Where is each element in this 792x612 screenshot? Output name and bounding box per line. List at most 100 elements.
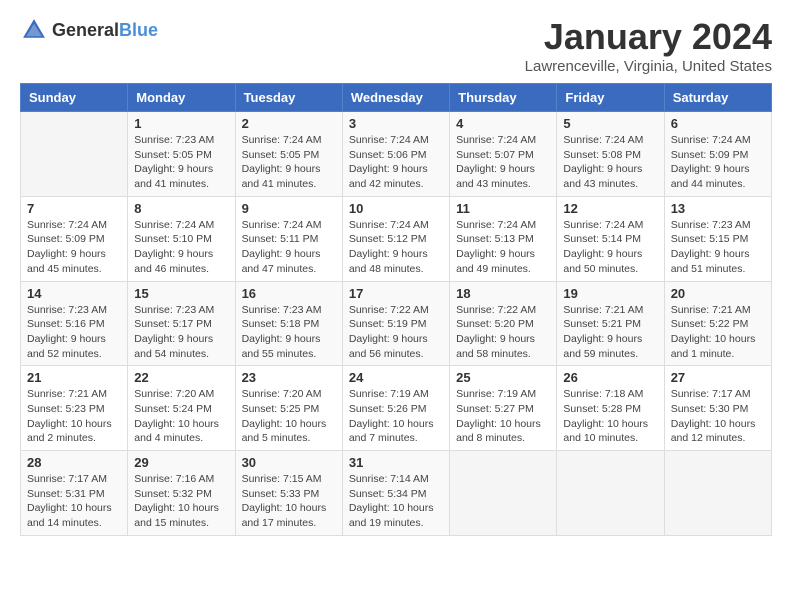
day-detail: Sunrise: 7:15 AMSunset: 5:33 PMDaylight:… <box>242 473 327 529</box>
weekday-header-cell: Wednesday <box>342 84 449 112</box>
day-number: 19 <box>563 286 657 301</box>
day-number: 21 <box>27 370 121 385</box>
calendar-day-cell <box>450 451 557 536</box>
page-header: GeneralBlue January 2024 Lawrenceville, … <box>20 16 772 75</box>
calendar-week-row: 28 Sunrise: 7:17 AMSunset: 5:31 PMDaylig… <box>21 451 772 536</box>
day-detail: Sunrise: 7:24 AMSunset: 5:13 PMDaylight:… <box>456 219 536 275</box>
day-detail: Sunrise: 7:14 AMSunset: 5:34 PMDaylight:… <box>349 473 434 529</box>
calendar-day-cell: 21 Sunrise: 7:21 AMSunset: 5:23 PMDaylig… <box>21 366 128 451</box>
day-number: 20 <box>671 286 765 301</box>
calendar-day-cell: 13 Sunrise: 7:23 AMSunset: 5:15 PMDaylig… <box>664 196 771 281</box>
day-detail: Sunrise: 7:18 AMSunset: 5:28 PMDaylight:… <box>563 388 648 444</box>
calendar-week-row: 21 Sunrise: 7:21 AMSunset: 5:23 PMDaylig… <box>21 366 772 451</box>
calendar-day-cell: 17 Sunrise: 7:22 AMSunset: 5:19 PMDaylig… <box>342 281 449 366</box>
day-number: 6 <box>671 116 765 131</box>
day-detail: Sunrise: 7:21 AMSunset: 5:22 PMDaylight:… <box>671 304 756 360</box>
calendar-day-cell: 22 Sunrise: 7:20 AMSunset: 5:24 PMDaylig… <box>128 366 235 451</box>
day-detail: Sunrise: 7:19 AMSunset: 5:27 PMDaylight:… <box>456 388 541 444</box>
day-number: 28 <box>27 455 121 470</box>
day-number: 13 <box>671 201 765 216</box>
calendar-day-cell: 7 Sunrise: 7:24 AMSunset: 5:09 PMDayligh… <box>21 196 128 281</box>
weekday-header-cell: Tuesday <box>235 84 342 112</box>
weekday-header-cell: Thursday <box>450 84 557 112</box>
logo-blue-text: Blue <box>119 20 158 40</box>
calendar-day-cell: 24 Sunrise: 7:19 AMSunset: 5:26 PMDaylig… <box>342 366 449 451</box>
day-detail: Sunrise: 7:20 AMSunset: 5:24 PMDaylight:… <box>134 388 219 444</box>
calendar-day-cell: 12 Sunrise: 7:24 AMSunset: 5:14 PMDaylig… <box>557 196 664 281</box>
day-number: 5 <box>563 116 657 131</box>
calendar-week-row: 14 Sunrise: 7:23 AMSunset: 5:16 PMDaylig… <box>21 281 772 366</box>
day-number: 17 <box>349 286 443 301</box>
calendar-day-cell: 4 Sunrise: 7:24 AMSunset: 5:07 PMDayligh… <box>450 112 557 197</box>
day-number: 16 <box>242 286 336 301</box>
day-detail: Sunrise: 7:24 AMSunset: 5:09 PMDaylight:… <box>27 219 107 275</box>
calendar-day-cell: 27 Sunrise: 7:17 AMSunset: 5:30 PMDaylig… <box>664 366 771 451</box>
logo-general-text: General <box>52 20 119 40</box>
day-number: 31 <box>349 455 443 470</box>
day-number: 26 <box>563 370 657 385</box>
calendar-day-cell: 15 Sunrise: 7:23 AMSunset: 5:17 PMDaylig… <box>128 281 235 366</box>
day-number: 10 <box>349 201 443 216</box>
calendar-day-cell <box>664 451 771 536</box>
day-detail: Sunrise: 7:17 AMSunset: 5:30 PMDaylight:… <box>671 388 756 444</box>
calendar-day-cell: 25 Sunrise: 7:19 AMSunset: 5:27 PMDaylig… <box>450 366 557 451</box>
calendar-day-cell: 30 Sunrise: 7:15 AMSunset: 5:33 PMDaylig… <box>235 451 342 536</box>
day-detail: Sunrise: 7:24 AMSunset: 5:14 PMDaylight:… <box>563 219 643 275</box>
day-number: 22 <box>134 370 228 385</box>
day-number: 7 <box>27 201 121 216</box>
weekday-header-cell: Friday <box>557 84 664 112</box>
day-number: 24 <box>349 370 443 385</box>
day-number: 18 <box>456 286 550 301</box>
day-detail: Sunrise: 7:24 AMSunset: 5:06 PMDaylight:… <box>349 134 429 190</box>
calendar-body: 1 Sunrise: 7:23 AMSunset: 5:05 PMDayligh… <box>21 112 772 536</box>
weekday-header-row: SundayMondayTuesdayWednesdayThursdayFrid… <box>21 84 772 112</box>
calendar-week-row: 7 Sunrise: 7:24 AMSunset: 5:09 PMDayligh… <box>21 196 772 281</box>
day-detail: Sunrise: 7:22 AMSunset: 5:19 PMDaylight:… <box>349 304 429 360</box>
day-number: 15 <box>134 286 228 301</box>
day-number: 29 <box>134 455 228 470</box>
calendar-day-cell: 16 Sunrise: 7:23 AMSunset: 5:18 PMDaylig… <box>235 281 342 366</box>
logo: GeneralBlue <box>20 16 158 44</box>
day-number: 9 <box>242 201 336 216</box>
day-detail: Sunrise: 7:23 AMSunset: 5:17 PMDaylight:… <box>134 304 214 360</box>
day-number: 11 <box>456 201 550 216</box>
weekday-header-cell: Saturday <box>664 84 771 112</box>
weekday-header-cell: Sunday <box>21 84 128 112</box>
day-number: 30 <box>242 455 336 470</box>
calendar-day-cell: 6 Sunrise: 7:24 AMSunset: 5:09 PMDayligh… <box>664 112 771 197</box>
day-detail: Sunrise: 7:20 AMSunset: 5:25 PMDaylight:… <box>242 388 327 444</box>
calendar-day-cell: 18 Sunrise: 7:22 AMSunset: 5:20 PMDaylig… <box>450 281 557 366</box>
day-number: 27 <box>671 370 765 385</box>
day-detail: Sunrise: 7:24 AMSunset: 5:07 PMDaylight:… <box>456 134 536 190</box>
day-detail: Sunrise: 7:22 AMSunset: 5:20 PMDaylight:… <box>456 304 536 360</box>
calendar-day-cell: 29 Sunrise: 7:16 AMSunset: 5:32 PMDaylig… <box>128 451 235 536</box>
calendar-day-cell: 9 Sunrise: 7:24 AMSunset: 5:11 PMDayligh… <box>235 196 342 281</box>
day-detail: Sunrise: 7:24 AMSunset: 5:10 PMDaylight:… <box>134 219 214 275</box>
day-detail: Sunrise: 7:23 AMSunset: 5:05 PMDaylight:… <box>134 134 214 190</box>
day-detail: Sunrise: 7:24 AMSunset: 5:11 PMDaylight:… <box>242 219 322 275</box>
day-detail: Sunrise: 7:16 AMSunset: 5:32 PMDaylight:… <box>134 473 219 529</box>
day-detail: Sunrise: 7:24 AMSunset: 5:12 PMDaylight:… <box>349 219 429 275</box>
day-detail: Sunrise: 7:23 AMSunset: 5:18 PMDaylight:… <box>242 304 322 360</box>
calendar-day-cell: 19 Sunrise: 7:21 AMSunset: 5:21 PMDaylig… <box>557 281 664 366</box>
calendar-day-cell: 23 Sunrise: 7:20 AMSunset: 5:25 PMDaylig… <box>235 366 342 451</box>
month-title: January 2024 <box>525 16 772 58</box>
calendar-day-cell: 26 Sunrise: 7:18 AMSunset: 5:28 PMDaylig… <box>557 366 664 451</box>
day-number: 2 <box>242 116 336 131</box>
day-detail: Sunrise: 7:24 AMSunset: 5:09 PMDaylight:… <box>671 134 751 190</box>
calendar-day-cell: 11 Sunrise: 7:24 AMSunset: 5:13 PMDaylig… <box>450 196 557 281</box>
calendar-day-cell: 10 Sunrise: 7:24 AMSunset: 5:12 PMDaylig… <box>342 196 449 281</box>
calendar-day-cell: 5 Sunrise: 7:24 AMSunset: 5:08 PMDayligh… <box>557 112 664 197</box>
logo-icon <box>20 16 48 44</box>
day-number: 3 <box>349 116 443 131</box>
day-detail: Sunrise: 7:19 AMSunset: 5:26 PMDaylight:… <box>349 388 434 444</box>
day-number: 8 <box>134 201 228 216</box>
day-number: 12 <box>563 201 657 216</box>
calendar-day-cell <box>557 451 664 536</box>
day-detail: Sunrise: 7:23 AMSunset: 5:15 PMDaylight:… <box>671 219 751 275</box>
location-title: Lawrenceville, Virginia, United States <box>525 58 772 75</box>
calendar-table: SundayMondayTuesdayWednesdayThursdayFrid… <box>20 83 772 536</box>
calendar-day-cell: 3 Sunrise: 7:24 AMSunset: 5:06 PMDayligh… <box>342 112 449 197</box>
day-detail: Sunrise: 7:24 AMSunset: 5:05 PMDaylight:… <box>242 134 322 190</box>
day-detail: Sunrise: 7:23 AMSunset: 5:16 PMDaylight:… <box>27 304 107 360</box>
